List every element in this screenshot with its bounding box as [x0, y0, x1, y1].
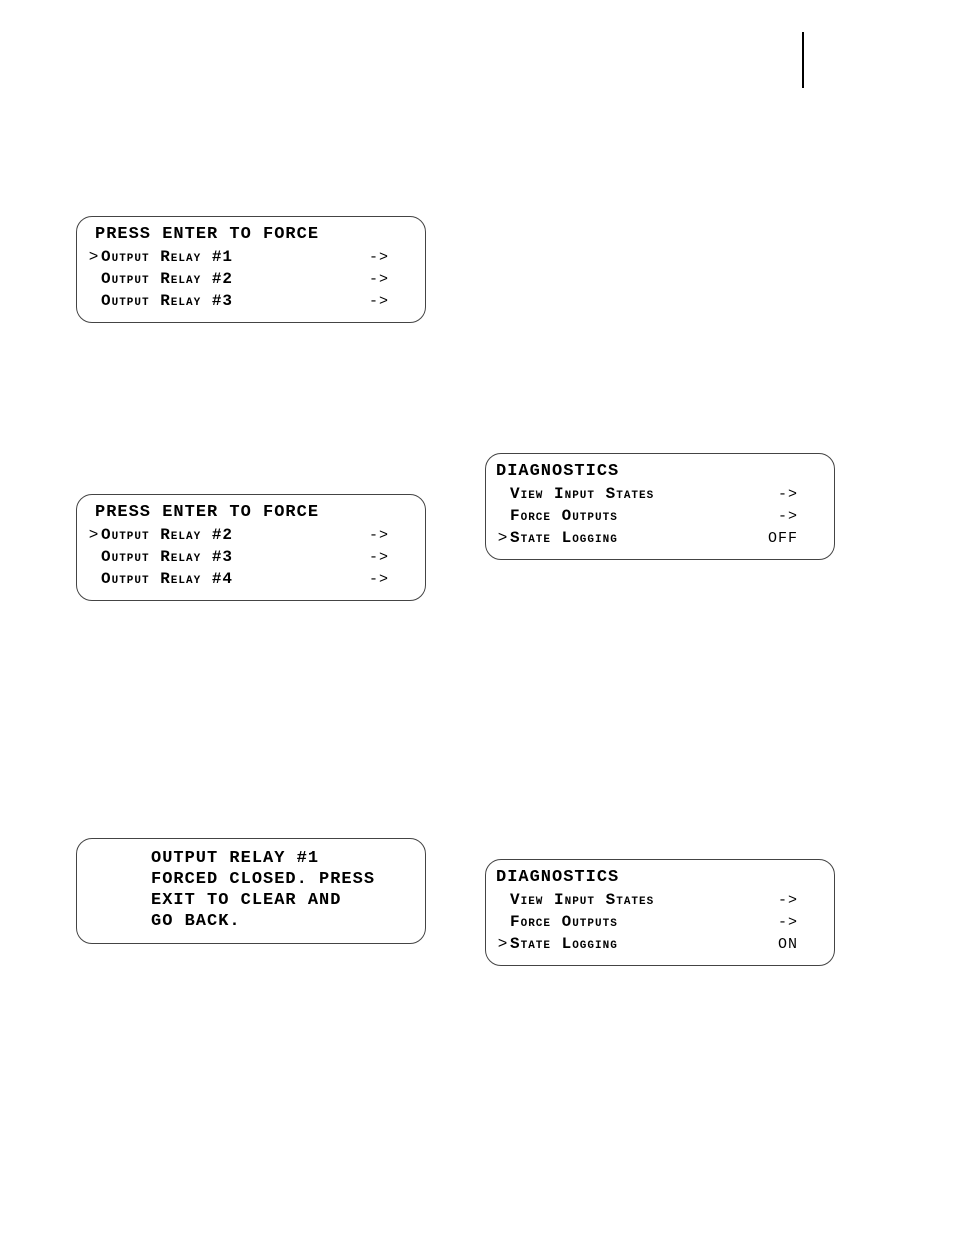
- menu-label: Output Relay #3: [101, 292, 233, 310]
- menu-value: ->: [369, 249, 415, 266]
- message-line: EXIT TO CLEAR AND: [151, 891, 415, 910]
- menu-label: State Logging: [510, 529, 618, 547]
- menu-value: ->: [369, 271, 415, 288]
- menu-value: ->: [778, 892, 824, 909]
- lcd-diagnostics-on: DIAGNOSTICS View Input States -> Force O…: [485, 859, 835, 966]
- menu-item[interactable]: View Input States ->: [496, 889, 824, 911]
- menu-item[interactable]: Output Relay #3 ->: [87, 290, 415, 312]
- lcd-force-output-1: PRESS ENTER TO FORCE > Output Relay #1 -…: [76, 216, 426, 323]
- cursor-icon: >: [87, 526, 101, 544]
- cursor-icon: >: [87, 248, 101, 266]
- menu-item[interactable]: > State Logging ON: [496, 933, 824, 955]
- menu-value: ->: [369, 293, 415, 310]
- lcd-forced-message: OUTPUT RELAY #1 FORCED CLOSED. PRESS EXI…: [76, 838, 426, 944]
- menu-label: Output Relay #2: [101, 526, 233, 544]
- text-cursor-mark: [802, 32, 804, 88]
- message-line: OUTPUT RELAY #1: [151, 849, 415, 868]
- menu-value: OFF: [768, 530, 824, 547]
- menu-label: Force Outputs: [510, 913, 618, 931]
- screen-title: DIAGNOSTICS: [496, 868, 824, 887]
- menu-value: ->: [369, 527, 415, 544]
- cursor-icon: >: [496, 529, 510, 547]
- menu-label: View Input States: [510, 485, 654, 503]
- menu-label: Output Relay #2: [101, 270, 233, 288]
- lcd-force-output-2: PRESS ENTER TO FORCE > Output Relay #2 -…: [76, 494, 426, 601]
- message-line: FORCED CLOSED. PRESS: [151, 870, 415, 889]
- menu-item[interactable]: Output Relay #3 ->: [87, 546, 415, 568]
- menu-item[interactable]: > Output Relay #1 ->: [87, 246, 415, 268]
- menu-value: ->: [369, 549, 415, 566]
- menu-value: ON: [778, 936, 824, 953]
- menu-value: ->: [778, 914, 824, 931]
- screen-title: PRESS ENTER TO FORCE: [95, 225, 415, 244]
- menu-label: State Logging: [510, 935, 618, 953]
- menu-item[interactable]: Force Outputs ->: [496, 911, 824, 933]
- menu-label: Force Outputs: [510, 507, 618, 525]
- menu-item[interactable]: Force Outputs ->: [496, 505, 824, 527]
- screen-title: DIAGNOSTICS: [496, 462, 824, 481]
- menu-item[interactable]: Output Relay #2 ->: [87, 268, 415, 290]
- menu-label: View Input States: [510, 891, 654, 909]
- menu-item[interactable]: > Output Relay #2 ->: [87, 524, 415, 546]
- menu-value: ->: [778, 508, 824, 525]
- message-line: GO BACK.: [151, 912, 415, 931]
- menu-item[interactable]: Output Relay #4 ->: [87, 568, 415, 590]
- lcd-diagnostics-off: DIAGNOSTICS View Input States -> Force O…: [485, 453, 835, 560]
- menu-label: Output Relay #4: [101, 570, 233, 588]
- cursor-icon: >: [496, 935, 510, 953]
- menu-value: ->: [778, 486, 824, 503]
- menu-label: Output Relay #1: [101, 248, 233, 266]
- screen-title: PRESS ENTER TO FORCE: [95, 503, 415, 522]
- menu-label: Output Relay #3: [101, 548, 233, 566]
- menu-item[interactable]: > State Logging OFF: [496, 527, 824, 549]
- menu-value: ->: [369, 571, 415, 588]
- menu-item[interactable]: View Input States ->: [496, 483, 824, 505]
